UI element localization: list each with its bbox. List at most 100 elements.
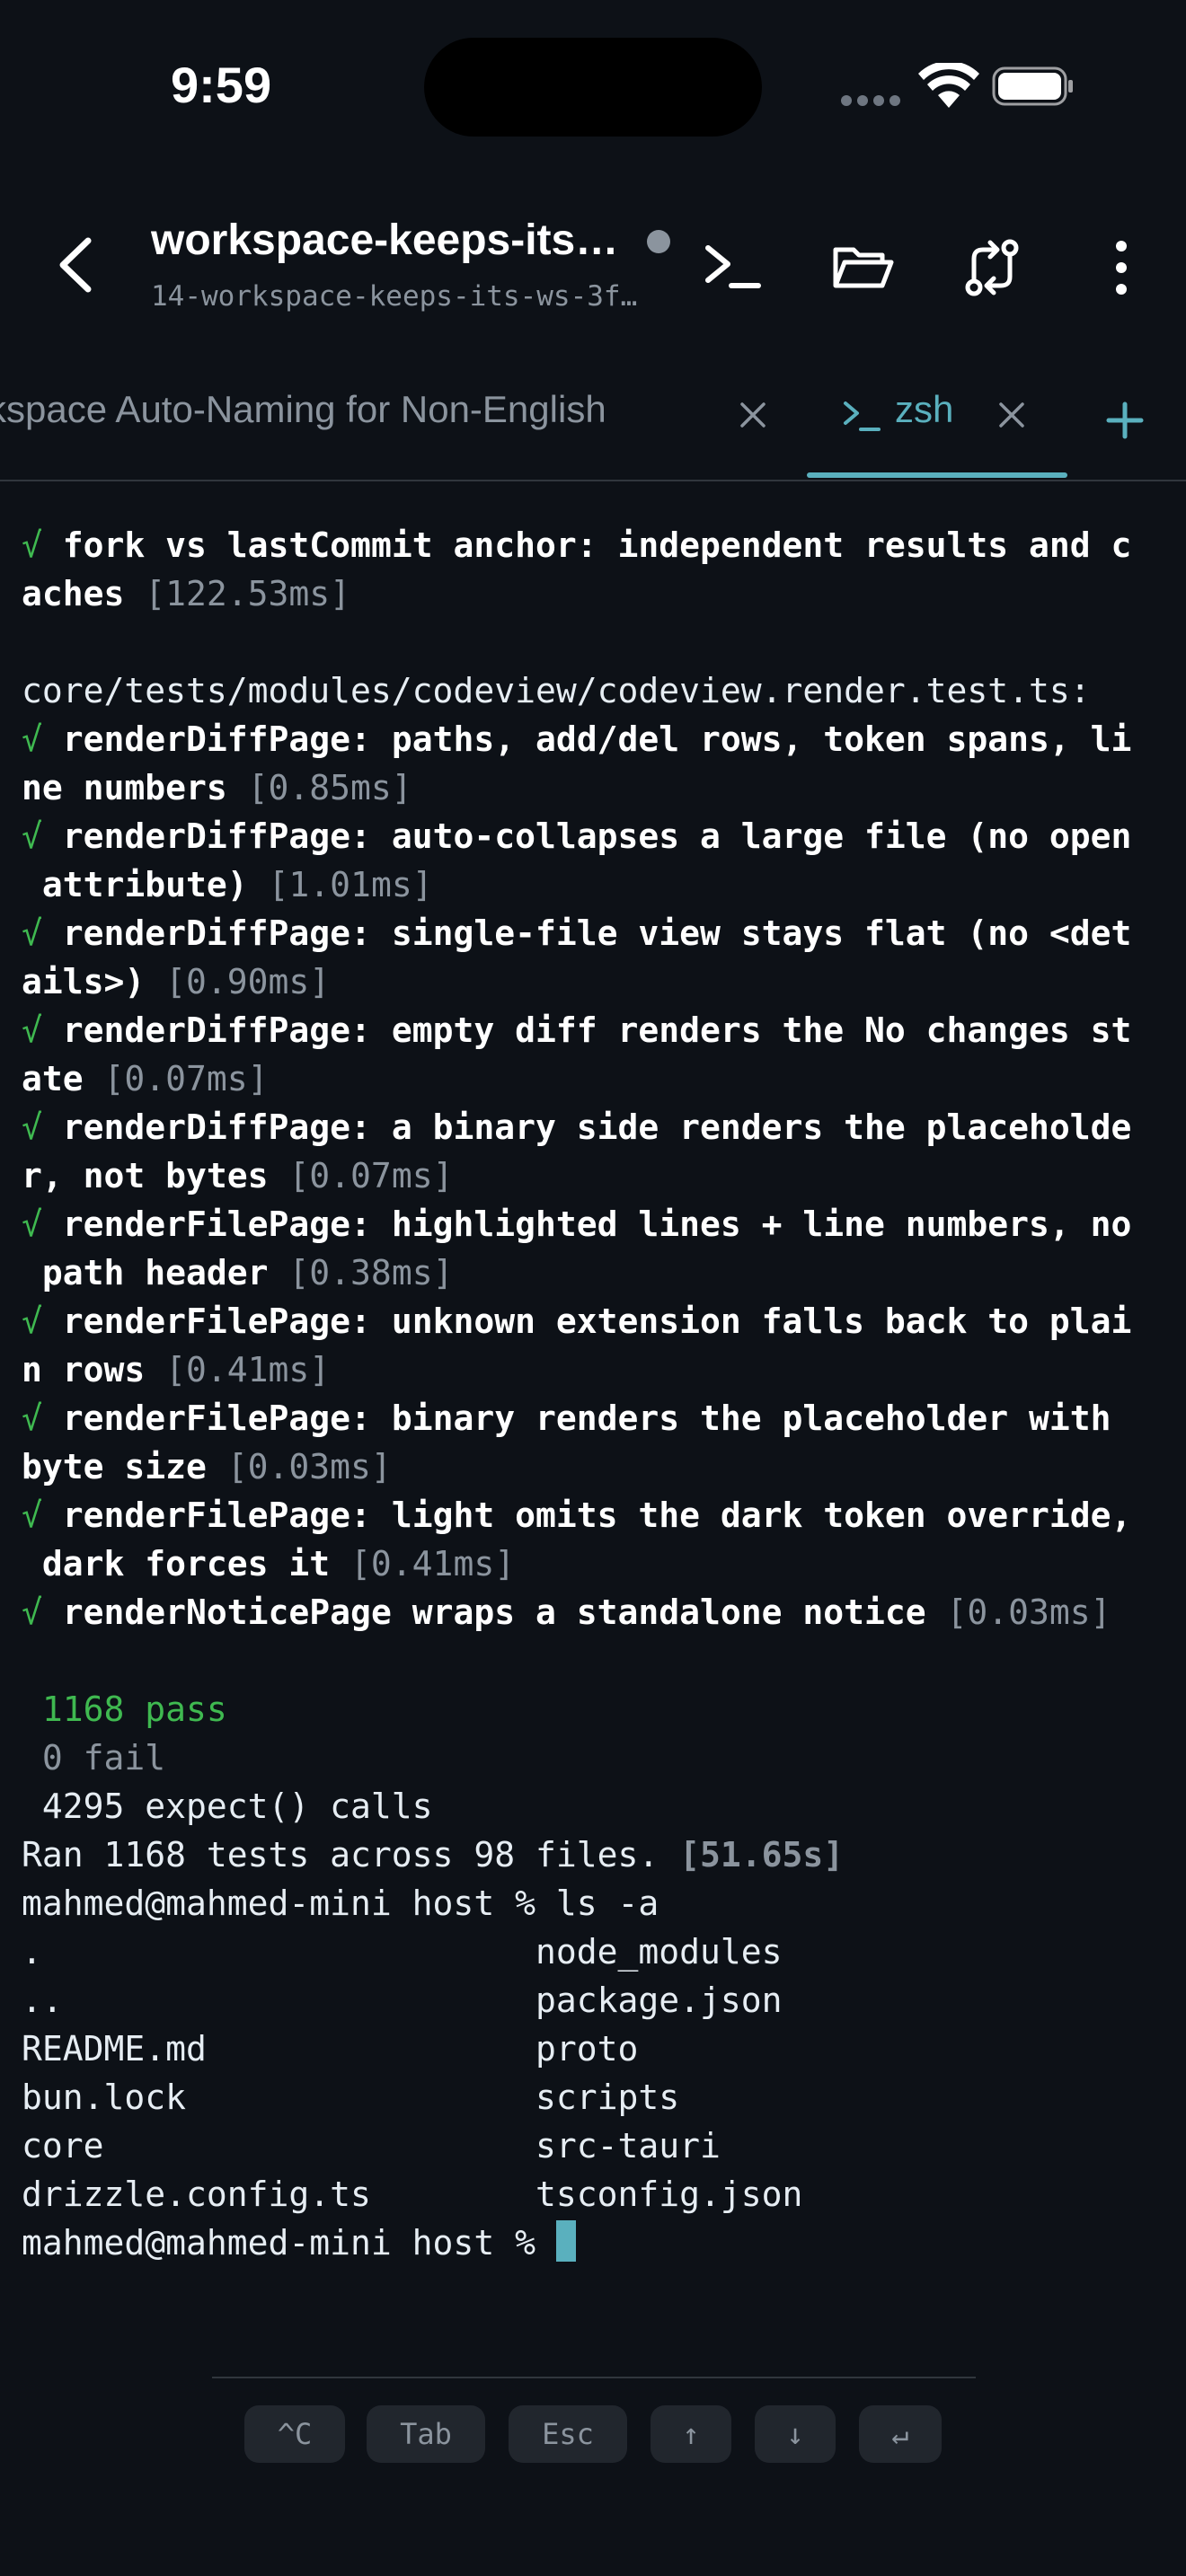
tab-bar: kspace Auto-Naming for Non-English zsh bbox=[0, 366, 1186, 481]
pass-check: √ bbox=[22, 719, 42, 759]
esc-key[interactable]: Esc bbox=[509, 2405, 627, 2463]
terminal-text: 4295 expect() calls bbox=[22, 1786, 433, 1826]
test-name: renderDiffPage: auto-collapses a large f… bbox=[41, 816, 1132, 856]
test-name: renderDiffPage: a binary side renders th… bbox=[41, 1107, 1132, 1147]
new-tab-plus-icon[interactable] bbox=[1105, 401, 1145, 440]
terminal-line: Ran 1168 tests across 98 files. [51.65s] bbox=[22, 1831, 844, 1879]
terminal-line: attribute) [1.01ms] bbox=[22, 860, 433, 909]
status-bar: 9:59 bbox=[0, 0, 1186, 171]
terminal-line: drizzle.config.ts tsconfig.json bbox=[22, 2170, 802, 2219]
terminal-line: path header [0.38ms] bbox=[22, 1248, 454, 1297]
test-name: ne numbers bbox=[22, 768, 227, 807]
test-duration: [1.01ms] bbox=[247, 865, 433, 904]
tab-key[interactable]: Tab bbox=[367, 2405, 485, 2463]
terminal-line: 0 fail bbox=[22, 1734, 165, 1782]
terminal-line: √ fork vs lastCommit anchor: independent… bbox=[22, 521, 1131, 569]
terminal-text: core src-tauri bbox=[22, 2126, 721, 2166]
test-duration: [0.07ms] bbox=[268, 1156, 454, 1195]
pass-check: √ bbox=[22, 816, 42, 856]
total-duration: [51.65s] bbox=[659, 1835, 845, 1875]
enter-key[interactable]: ↵ bbox=[859, 2405, 942, 2463]
terminal-text: drizzle.config.ts tsconfig.json bbox=[22, 2175, 803, 2214]
terminal-line: aches [122.53ms] bbox=[22, 569, 350, 618]
terminal-line: core/tests/modules/codeview/codeview.ren… bbox=[22, 666, 1091, 715]
test-duration: [0.03ms] bbox=[925, 1592, 1111, 1632]
status-time: 9:59 bbox=[171, 57, 272, 113]
terminal-text: . node_modules bbox=[22, 1932, 783, 1972]
terminal-line: r, not bytes [0.07ms] bbox=[22, 1151, 453, 1200]
terminal-line: .. package.json bbox=[22, 1976, 782, 2025]
battery-icon bbox=[992, 66, 1073, 106]
test-name: renderFilePage: binary renders the place… bbox=[41, 1398, 1111, 1438]
test-name: renderDiffPage: empty diff renders the N… bbox=[41, 1010, 1132, 1050]
wifi-icon bbox=[918, 63, 979, 108]
close-icon[interactable] bbox=[997, 401, 1026, 429]
status-dot bbox=[647, 230, 670, 253]
workspace-title: workspace-keeps-its… bbox=[151, 216, 619, 264]
test-name: attribute) bbox=[22, 865, 248, 904]
active-tab-indicator bbox=[807, 472, 1067, 478]
ctrl-c-key[interactable]: ^C bbox=[244, 2405, 345, 2463]
terminal-text: core/tests/modules/codeview/codeview.ren… bbox=[22, 671, 1091, 710]
terminal-prompt-icon bbox=[844, 401, 881, 431]
test-duration: [0.38ms] bbox=[268, 1253, 454, 1292]
arrow-up-key[interactable]: ↑ bbox=[651, 2405, 731, 2463]
terminal-cursor bbox=[555, 2220, 576, 2262]
test-name: r, not bytes bbox=[22, 1156, 269, 1195]
terminal-icon[interactable] bbox=[701, 235, 766, 300]
test-name: dark forces it bbox=[22, 1544, 331, 1584]
terminal-line: √ renderFilePage: binary renders the pla… bbox=[22, 1394, 1111, 1442]
test-name: aches bbox=[22, 574, 125, 613]
git-compare-icon[interactable] bbox=[960, 235, 1024, 300]
test-duration: [0.90ms] bbox=[145, 962, 331, 1001]
terminal-line: n rows [0.41ms] bbox=[22, 1345, 330, 1394]
fail-count: 0 fail bbox=[22, 1738, 166, 1778]
terminal-line: mahmed@mahmed-mini host % ls -a bbox=[22, 1879, 659, 1928]
test-name: byte size bbox=[22, 1447, 207, 1486]
terminal-line: 4295 expect() calls bbox=[22, 1782, 433, 1831]
terminal-line: √ renderDiffPage: auto-collapses a large… bbox=[22, 812, 1131, 860]
pass-count: 1168 pass bbox=[22, 1689, 227, 1729]
test-duration: [0.07ms] bbox=[83, 1059, 269, 1098]
terminal-line: README.md proto bbox=[22, 2025, 638, 2073]
test-name: n rows bbox=[22, 1350, 146, 1389]
app-header: workspace-keeps-its… 14-workspace-keeps-… bbox=[0, 180, 1186, 350]
terminal-text: README.md proto bbox=[22, 2029, 639, 2069]
pass-check: √ bbox=[22, 525, 42, 565]
dynamic-island bbox=[424, 38, 762, 137]
test-duration: [0.03ms] bbox=[206, 1447, 392, 1486]
terminal-text: mahmed@mahmed-mini host % ls -a bbox=[22, 1883, 659, 1923]
tab-zsh[interactable]: zsh bbox=[807, 366, 1067, 478]
test-duration: [0.41ms] bbox=[145, 1350, 331, 1389]
close-icon[interactable] bbox=[739, 401, 767, 429]
test-name: renderDiffPage: single-file view stays f… bbox=[41, 913, 1132, 953]
back-chevron-icon[interactable] bbox=[54, 235, 95, 295]
cellular-signal-icon bbox=[841, 95, 900, 106]
terminal-line: . node_modules bbox=[22, 1928, 782, 1976]
test-name: renderNoticePage wraps a standalone noti… bbox=[41, 1592, 926, 1632]
terminal-text: .. package.json bbox=[22, 1981, 783, 2020]
test-name: path header bbox=[22, 1253, 269, 1292]
terminal-text: mahmed@mahmed-mini host % bbox=[22, 2223, 556, 2263]
pass-check: √ bbox=[22, 1107, 42, 1147]
terminal-line: byte size [0.03ms] bbox=[22, 1442, 392, 1491]
pass-check: √ bbox=[22, 1495, 42, 1535]
terminal-line: core src-tauri bbox=[22, 2122, 721, 2170]
tab-label: zsh bbox=[895, 388, 954, 430]
terminal-text: bun.lock scripts bbox=[22, 2078, 680, 2117]
test-name: ate bbox=[22, 1059, 84, 1098]
terminal-line: √ renderDiffPage: a binary side renders … bbox=[22, 1103, 1131, 1151]
keyboard-accessory-bar: ^C Tab Esc ↑ ↓ ↵ bbox=[212, 2377, 976, 2463]
more-vertical-icon[interactable] bbox=[1089, 235, 1154, 300]
arrow-down-key[interactable]: ↓ bbox=[755, 2405, 836, 2463]
test-name: renderDiffPage: paths, add/del rows, tok… bbox=[41, 719, 1132, 759]
test-name: renderFilePage: light omits the dark tok… bbox=[41, 1495, 1132, 1535]
terminal-line: √ renderDiffPage: paths, add/del rows, t… bbox=[22, 715, 1131, 763]
terminal-line: ate [0.07ms] bbox=[22, 1054, 269, 1103]
pass-check: √ bbox=[22, 913, 42, 953]
folder-icon[interactable] bbox=[830, 235, 895, 300]
terminal-line: √ renderDiffPage: single-file view stays… bbox=[22, 909, 1131, 957]
test-duration: [0.85ms] bbox=[226, 768, 412, 807]
test-name: ails>) bbox=[22, 962, 146, 1001]
terminal-line: ne numbers [0.85ms] bbox=[22, 763, 412, 812]
